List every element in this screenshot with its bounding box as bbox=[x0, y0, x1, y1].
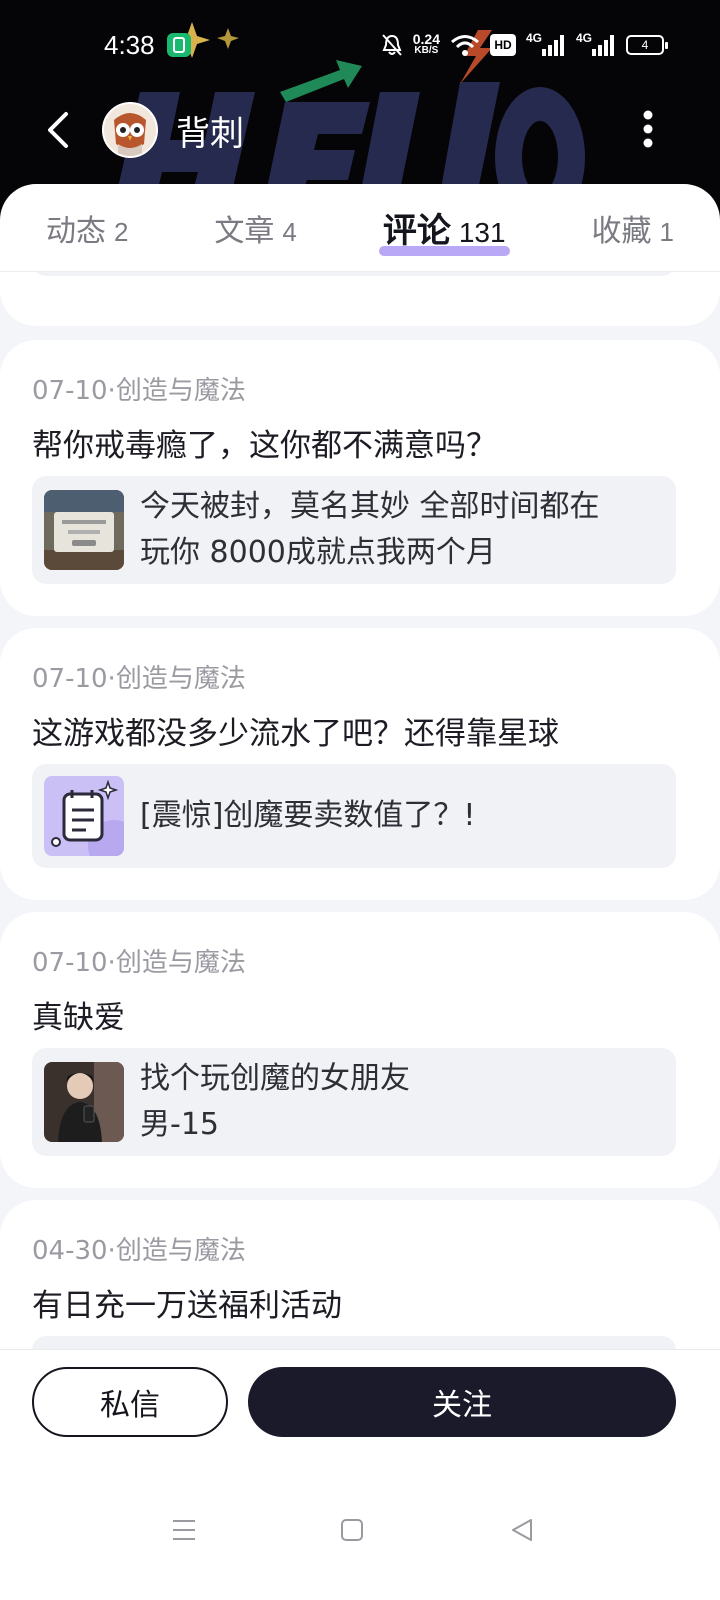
mute-bell-icon bbox=[382, 34, 402, 56]
menu-nav-button[interactable] bbox=[154, 1500, 214, 1560]
tab-favorites[interactable]: 收藏 1 bbox=[592, 206, 674, 250]
quoted-post[interactable] bbox=[32, 1336, 676, 1349]
screenshot-thumbnail-icon bbox=[44, 490, 124, 570]
comment-card[interactable]: 04-30·创造与魔法 有日充一万送福利活动 bbox=[0, 1200, 720, 1349]
tab-comments[interactable]: 评论 131 bbox=[378, 203, 510, 256]
square-home-icon bbox=[341, 1519, 363, 1541]
system-navigation-bar bbox=[0, 1500, 720, 1560]
avatar[interactable] bbox=[102, 102, 158, 158]
comment-meta: 04-30·创造与魔法 bbox=[32, 1236, 246, 1266]
comment-text: 有日充一万送福利活动 bbox=[32, 1288, 342, 1324]
quoted-post-text: 找个玩创魔的女朋友 男-15 bbox=[140, 1061, 410, 1142]
chevron-left-icon bbox=[48, 112, 68, 148]
quoted-post-text: [震惊]创魔要卖数值了？! bbox=[140, 798, 476, 833]
private-message-button[interactable]: 私信 bbox=[32, 1367, 228, 1437]
person-photo-icon bbox=[44, 1062, 124, 1142]
quoted-post[interactable]: [震惊]创魔要卖数值了？! bbox=[32, 764, 676, 868]
status-time: 4:38 bbox=[104, 30, 155, 60]
network-speed: 0.24 KB/S bbox=[412, 31, 440, 56]
more-options-button[interactable] bbox=[630, 106, 666, 152]
app-notification-icon bbox=[167, 33, 191, 57]
comment-card[interactable]: 07-10·创造与魔法 这游戏都没多少流水了吧？还得靠星球 [震惊]创魔要卖数值… bbox=[0, 628, 720, 900]
home-nav-button[interactable] bbox=[322, 1500, 382, 1560]
quoted-post[interactable]: 找个玩创魔的女朋友 男-15 bbox=[32, 1048, 676, 1156]
triangle-back-icon bbox=[512, 1519, 532, 1541]
hd-badge: HD bbox=[490, 34, 516, 56]
comment-text: 帮你戒毒瘾了，这你都不满意吗？ bbox=[32, 428, 497, 464]
tab-articles[interactable]: 文章 4 bbox=[214, 206, 296, 250]
comment-card[interactable] bbox=[0, 272, 720, 326]
comment-meta: 07-10·创造与魔法 bbox=[32, 376, 246, 406]
battery-icon: 4 bbox=[626, 35, 668, 55]
tab-dynamics[interactable]: 动态 2 bbox=[46, 206, 128, 250]
comment-card[interactable]: 07-10·创造与魔法 真缺爱 找个玩创魔的女朋友 男-15 bbox=[0, 912, 720, 1188]
more-vertical-icon bbox=[643, 110, 653, 148]
signal-sim1-icon: 4G bbox=[526, 31, 566, 57]
menu-icon bbox=[173, 1520, 195, 1540]
back-button[interactable] bbox=[40, 108, 80, 152]
status-bar: 4:38 0.24 KB/S HD 4G 4G 4 bbox=[0, 0, 720, 88]
comment-text: 这游戏都没多少流水了吧？还得靠星球 bbox=[32, 716, 559, 752]
comments-feed[interactable]: 07-10·创造与魔法 帮你戒毒瘾了，这你都不满意吗？ 今天被封，莫名其妙 全部… bbox=[0, 272, 720, 1349]
profile-username: 背刺 bbox=[176, 114, 244, 154]
bottom-action-bar: 私信 关注 bbox=[0, 1349, 720, 1600]
wifi-icon bbox=[451, 35, 479, 56]
comment-meta: 07-10·创造与魔法 bbox=[32, 948, 246, 978]
profile-tabs: 动态 2 文章 4 评论 131 收藏 1 bbox=[0, 184, 720, 272]
quoted-post[interactable]: 今天被封，莫名其妙 全部时间都在 玩你 8000成就点我两个月 bbox=[32, 476, 676, 584]
owl-avatar-icon bbox=[104, 104, 156, 156]
article-icon bbox=[44, 776, 124, 856]
quoted-post-text: 今天被封，莫名其妙 全部时间都在 玩你 8000成就点我两个月 bbox=[140, 489, 600, 570]
signal-sim2-icon: 4G bbox=[576, 31, 616, 57]
comment-meta: 07-10·创造与魔法 bbox=[32, 664, 246, 694]
follow-button[interactable]: 关注 bbox=[248, 1367, 676, 1437]
comment-card[interactable]: 07-10·创造与魔法 帮你戒毒瘾了，这你都不满意吗？ 今天被封，莫名其妙 全部… bbox=[0, 340, 720, 616]
comment-text: 真缺爱 bbox=[32, 1000, 125, 1036]
quoted-post[interactable] bbox=[32, 272, 676, 276]
back-nav-button[interactable] bbox=[492, 1500, 552, 1560]
